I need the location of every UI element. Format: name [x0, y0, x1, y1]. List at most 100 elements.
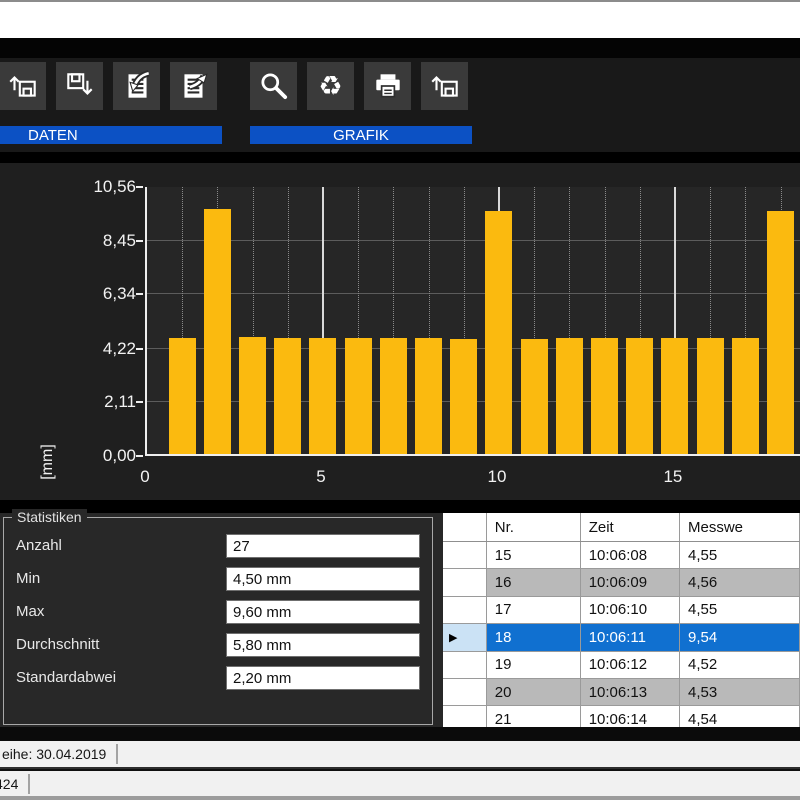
min-label: Min	[16, 570, 40, 587]
cell-zeit: 10:06:11	[581, 624, 680, 651]
row-header-cell	[443, 597, 487, 624]
table-row[interactable]: 1910:06:124,52	[443, 652, 800, 679]
cell-messwert: 4,52	[680, 652, 800, 679]
status-bar-series: eihe: 30.04.2019	[0, 741, 800, 769]
cell-zeit: 10:06:10	[581, 597, 680, 624]
import-document-button[interactable]	[113, 62, 160, 110]
daten-label-text: DATEN	[28, 127, 78, 144]
table-row[interactable]: ▶1810:06:119,54	[443, 624, 800, 651]
chart-y-tick-mark	[136, 186, 143, 188]
chart-bar	[767, 211, 794, 454]
row-header-cell	[443, 706, 487, 727]
selected-row-arrow-icon: ▶	[449, 631, 457, 644]
min-field[interactable]	[226, 567, 420, 591]
status-bar-device: 424	[0, 771, 800, 796]
chart-x-tick-label: 10	[475, 467, 519, 487]
menu-strip	[0, 38, 800, 58]
table-row[interactable]: 2010:06:134,53	[443, 679, 800, 706]
cell-zeit: 10:06:14	[581, 706, 680, 727]
printer-icon	[371, 69, 405, 103]
chart-plot	[145, 187, 800, 456]
cell-nr: 15	[487, 542, 581, 569]
recycle-icon: ♻	[318, 73, 342, 100]
chart-y-tick-mark	[136, 240, 143, 242]
table-header-zeit[interactable]: Zeit	[581, 513, 680, 541]
anzahl-label: Anzahl	[16, 537, 62, 554]
row-header-cell	[443, 679, 487, 706]
floppy-arrow-down-icon	[63, 69, 97, 103]
stat-row-min: Min	[4, 567, 432, 591]
zoom-graphic-button[interactable]	[250, 62, 297, 110]
chart-bar	[169, 338, 196, 454]
chart-bar	[239, 337, 266, 454]
series-date-text: eihe: 30.04.2019	[2, 746, 106, 762]
separator-strip	[0, 727, 800, 741]
chart-y-axis-title: [mm]	[39, 444, 57, 480]
statistics-groupbox: Statistiken Anzahl Min Max Durchschnitt …	[3, 517, 433, 725]
stat-row-durchschnitt: Durchschnitt	[4, 633, 432, 657]
stat-row-max: Max	[4, 600, 432, 624]
print-graphic-button[interactable]	[364, 62, 411, 110]
cell-messwert: 4,54	[680, 706, 800, 727]
max-field[interactable]	[226, 600, 420, 624]
cell-zeit: 10:06:08	[581, 542, 680, 569]
standardabwei-field[interactable]	[226, 666, 420, 690]
save-graphic-button[interactable]	[421, 62, 468, 110]
cell-nr: 16	[487, 569, 581, 596]
anzahl-field[interactable]	[226, 534, 420, 558]
cell-zeit: 10:06:13	[581, 679, 680, 706]
separator-strip	[0, 500, 800, 513]
screen-bottom-edge	[0, 796, 800, 800]
chart-bar	[450, 339, 477, 454]
row-header-cell	[443, 652, 487, 679]
save-data-button[interactable]	[56, 62, 103, 110]
table-row[interactable]: 1710:06:104,55	[443, 597, 800, 624]
chart-bar	[380, 338, 407, 454]
app-window: ♻ DATEN	[0, 0, 800, 800]
max-label: Max	[16, 603, 44, 620]
chart-x-tick-label: 5	[299, 467, 343, 487]
chart-hgridline	[147, 293, 800, 294]
chart-x-tick-label: 0	[123, 467, 167, 487]
row-header-cell	[443, 569, 487, 596]
refresh-graphic-button[interactable]: ♻	[307, 62, 354, 110]
bottom-panel: Statistiken Anzahl Min Max Durchschnitt …	[0, 513, 800, 727]
chart-bar	[204, 209, 231, 454]
chart-y-tick-label: 4,22	[74, 339, 136, 359]
load-data-button[interactable]	[0, 62, 46, 110]
status-separator	[116, 744, 118, 764]
table-row[interactable]: 1610:06:094,56	[443, 569, 800, 596]
export-document-button[interactable]	[170, 62, 217, 110]
chart-y-tick-label: 10,56	[74, 177, 136, 197]
cell-nr: 20	[487, 679, 581, 706]
chart-panel: [mm] 0,002,114,226,348,4510,56051015	[0, 163, 800, 500]
device-text: 424	[0, 776, 18, 792]
chart-y-tick-label: 2,11	[74, 392, 136, 412]
grafik-label-text: GRAFIK	[333, 127, 389, 144]
cell-zeit: 10:06:12	[581, 652, 680, 679]
cell-messwert: 4,55	[680, 542, 800, 569]
chart-bar	[626, 338, 653, 454]
chart-bar	[521, 339, 548, 454]
toolbar-group-label-daten: DATEN	[0, 126, 222, 144]
table-header-nr[interactable]: Nr.	[487, 513, 581, 541]
chart-bar	[556, 338, 583, 454]
durchschnitt-field[interactable]	[226, 633, 420, 657]
table-header-messwert[interactable]: Messwe	[680, 513, 800, 541]
stat-row-standardabwei: Standardabwei	[4, 666, 432, 690]
table-header-row: Nr. Zeit Messwe	[443, 513, 800, 542]
toolbar: ♻ DATEN	[0, 58, 800, 152]
table-row[interactable]: 2110:06:144,54	[443, 706, 800, 727]
table-row[interactable]: 1510:06:084,55	[443, 542, 800, 569]
chart-y-tick-mark	[136, 348, 143, 350]
chart-y-tick-label: 8,45	[74, 231, 136, 251]
statistics-title: Statistiken	[12, 509, 87, 525]
chart-bar	[345, 338, 372, 454]
stat-row-anzahl: Anzahl	[4, 534, 432, 558]
window-titlebar[interactable]	[0, 2, 800, 38]
chart-bar	[661, 338, 688, 454]
status-separator	[28, 774, 30, 794]
chart-bar	[309, 338, 336, 454]
row-header-cell: ▶	[443, 624, 487, 651]
chart-y-tick-mark	[136, 455, 143, 457]
